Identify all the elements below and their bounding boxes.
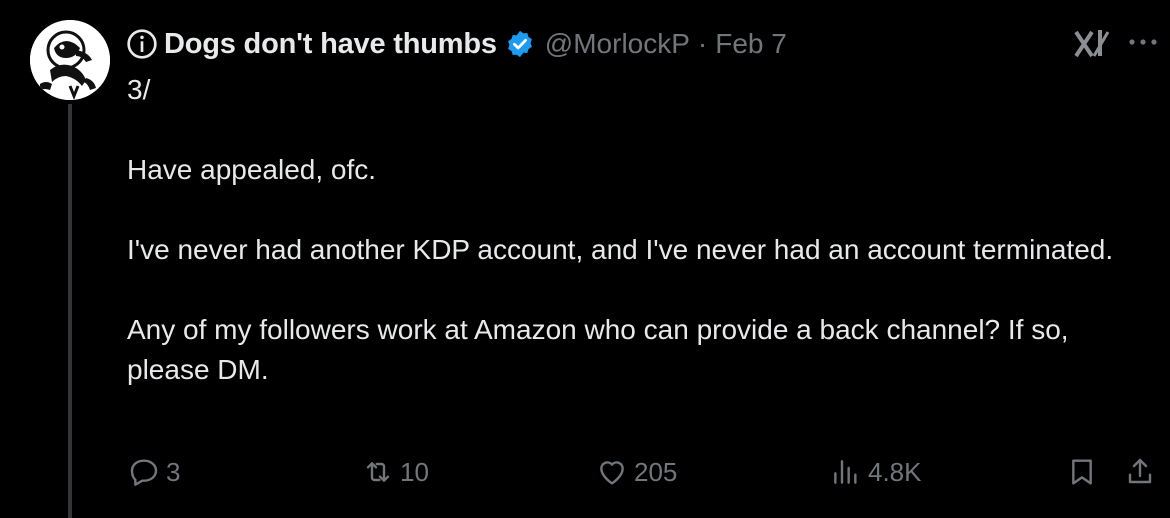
share-icon [1128,458,1152,484]
display-name[interactable]: Dogs don't have thumbs [164,28,497,61]
tweet-date[interactable]: Feb 7 [715,28,787,60]
tweet-paragraph: 3/ [127,74,151,105]
tweet-paragraph: Any of my followers work at Amazon who c… [127,314,1069,385]
tweet-header: Dogs don't have thumbs @MorlockP · Feb 7 [126,24,787,64]
bookmark-button[interactable] [1066,448,1098,496]
tweet-paragraph: I've never had another KDP account, and … [127,234,1114,265]
separator-dot: · [697,28,708,59]
like-count: 205 [634,456,678,487]
repost-icon [366,462,390,482]
reply-icon [130,459,158,486]
repost-count: 10 [400,456,429,487]
bookmark-icon [1072,459,1092,485]
action-bar: 3 10 205 4.8K [0,448,1170,496]
more-options-icon[interactable] [1126,30,1160,54]
reply-button[interactable]: 3 [128,448,180,496]
like-button[interactable]: 205 [596,448,677,496]
grok-icon[interactable] [1072,28,1112,60]
reply-count: 3 [166,456,181,487]
heart-icon [600,461,624,485]
view-count: 4.8K [868,456,922,487]
user-handle[interactable]: @MorlockP [545,28,690,60]
views-button[interactable]: 4.8K [830,448,922,496]
share-button[interactable] [1124,448,1156,496]
tweet-paragraph: Have appealed, ofc. [127,154,377,185]
verified-badge-icon[interactable] [505,29,535,59]
avatar-image [30,20,110,100]
info-circle-icon [127,29,157,59]
tweet-text: 3/ Have appealed, ofc. I've never had an… [127,70,1137,390]
repost-button[interactable]: 10 [362,448,429,496]
views-icon [834,460,857,484]
avatar[interactable] [30,20,110,100]
